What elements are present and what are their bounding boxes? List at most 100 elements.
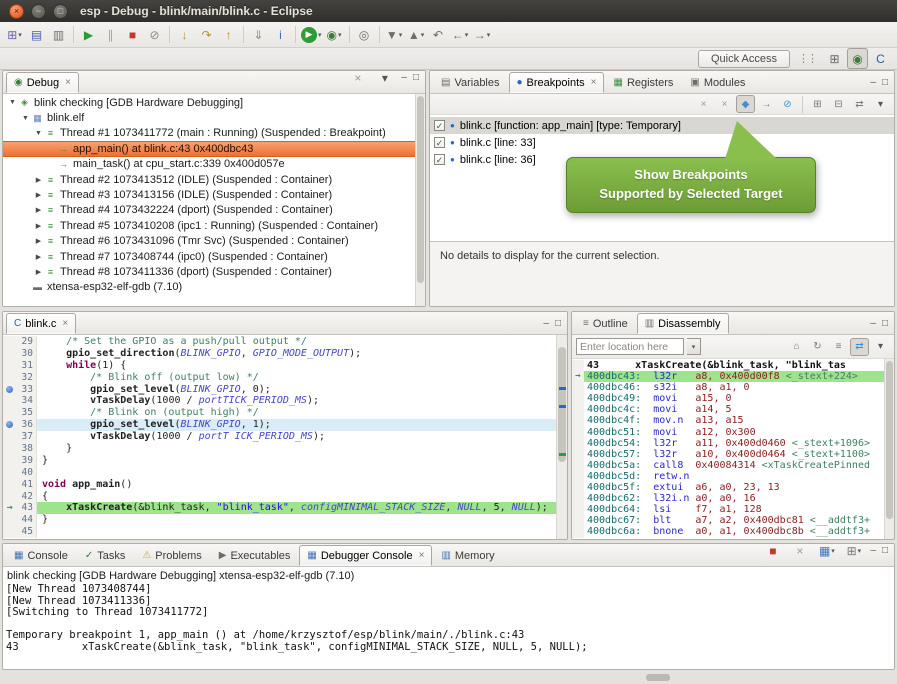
tab-outline[interactable]: ≡Outline	[575, 313, 636, 334]
debug-perspective-icon[interactable]: ◉	[847, 48, 868, 69]
tree-row[interactable]: ▶≡Thread #6 1073431096 (Tmr Svc) (Suspen…	[3, 234, 415, 249]
tab-variables[interactable]: ▤Variables	[433, 72, 508, 93]
debug-scrollbar-thumb[interactable]	[417, 96, 424, 283]
disassembly-row[interactable]: 400dbc51: movi a12, 0x300	[572, 427, 884, 438]
annotation-mark[interactable]	[559, 405, 566, 408]
home-icon[interactable]: ⌂	[787, 338, 806, 356]
maximize-view-button[interactable]: □	[882, 78, 888, 88]
skip-all-breakpoints-icon[interactable]: ⊘	[778, 95, 797, 113]
maximize-view-button[interactable]: □	[882, 319, 888, 329]
code-line[interactable]: 32 /* Blink off (output low) */	[3, 372, 556, 384]
tree-row[interactable]: ▶≡Thread #4 1073432224 (dport) (Suspende…	[3, 203, 415, 218]
breakpoint-checkbox[interactable]: ✓	[434, 137, 445, 148]
remove-launch-icon[interactable]: ×	[789, 543, 810, 561]
last-edit-location-icon[interactable]: ↶	[428, 24, 449, 45]
tab-memory[interactable]: ▥Memory	[433, 545, 502, 566]
expander-icon[interactable]: ▼	[7, 99, 18, 106]
save-icon[interactable]: ▤	[26, 24, 47, 45]
display-selected-console-icon[interactable]: ▦▾	[816, 543, 837, 561]
tab-tasks[interactable]: ✓Tasks	[77, 545, 134, 566]
tree-row[interactable]: ▶≡Thread #2 1073413512 (IDLE) (Suspended…	[3, 172, 415, 187]
disassembly-row[interactable]: 400dbc49: movi a15, 0	[572, 393, 884, 404]
tree-row[interactable]: ▬xtensa-esp32-elf-gdb (7.10)	[3, 280, 415, 295]
disconnect-icon[interactable]: ⊘	[144, 24, 165, 45]
breakpoint-dot-icon[interactable]	[6, 421, 13, 428]
editor-scrollbar[interactable]	[556, 335, 567, 539]
refresh-icon[interactable]: ↻	[808, 338, 827, 356]
terminate-icon[interactable]: ■	[122, 24, 143, 45]
minimize-view-button[interactable]: –	[870, 78, 876, 88]
tab-debugger-console[interactable]: ▦Debugger Console×	[299, 545, 432, 566]
disassembly-row[interactable]: 400dbc54: l32r a11, 0x400d0460 <_stext+1…	[572, 438, 884, 449]
expand-all-icon[interactable]: ⊞	[808, 95, 827, 113]
tab-problems[interactable]: ⚠Problems	[134, 545, 209, 566]
disassembly-row[interactable]: 400dbc57: l32r a10, 0x400d0464 <_stext+1…	[572, 449, 884, 460]
disassembly-row[interactable]: 400dbc4c: movi a14, 5	[572, 404, 884, 415]
show-source-icon[interactable]: ≡	[829, 338, 848, 356]
maximize-view-button[interactable]: □	[882, 546, 888, 556]
go-to-file-for-breakpoint-icon[interactable]: →	[757, 95, 776, 113]
tree-row[interactable]: ▼◈blink checking [GDB Hardware Debugging…	[3, 95, 415, 110]
code-line[interactable]: 42{	[3, 491, 556, 503]
disassembly-row[interactable]: →400dbc43: l32r a8, 0x400d00f8 <_stext+2…	[572, 371, 884, 382]
tab-registers[interactable]: ▦Registers	[605, 72, 681, 93]
maximize-view-button[interactable]: □	[555, 319, 561, 329]
close-tab-icon[interactable]: ×	[591, 77, 597, 88]
show-breakpoints-supported-icon[interactable]: ◆	[736, 95, 755, 113]
code-line[interactable]: 36 gpio_set_level(BLINK_GPIO, 1);	[3, 419, 556, 431]
disassembly-row[interactable]: 400dbc64: lsi f7, a1, 128	[572, 504, 884, 515]
suspend-icon[interactable]: ∥	[100, 24, 121, 45]
code-line[interactable]: →43 xTaskCreate(&blink_task, "blink_task…	[3, 502, 556, 514]
expander-icon[interactable]: ▶	[33, 206, 44, 214]
maximize-window-button[interactable]: □	[53, 4, 68, 19]
tab-modules[interactable]: ▣Modules	[682, 72, 753, 93]
instruction-stepping-icon[interactable]: i	[270, 24, 291, 45]
tree-row[interactable]: ▶≡Thread #8 1073411336 (dport) (Suspende…	[3, 264, 415, 279]
tab-debug[interactable]: ◉Debug×	[6, 72, 79, 93]
disassembly-row[interactable]: 400dbc4f: mov.n a13, a15	[572, 415, 884, 426]
code-line[interactable]: 37 vTaskDelay(1000 / portT ICK_PERIOD_MS…	[3, 431, 556, 443]
disassembly-row[interactable]: 400dbc62: l32i.n a0, a0, 16	[572, 493, 884, 504]
expander-icon[interactable]: ▼	[33, 130, 44, 137]
print-icon[interactable]: ▥	[48, 24, 69, 45]
tab-blink-c[interactable]: Cblink.c×	[6, 313, 76, 334]
collapse-all-icon[interactable]: ⊟	[829, 95, 848, 113]
new-icon[interactable]: ⊞▾	[4, 24, 25, 45]
code-line[interactable]: 31 while(1) {	[3, 360, 556, 372]
code-line[interactable]: 30 gpio_set_direction(BLINK_GPIO, GPIO_M…	[3, 348, 556, 360]
minimize-view-button[interactable]: –	[401, 73, 407, 83]
terminate-console-icon[interactable]: ■	[762, 543, 783, 561]
code-line[interactable]: 39}	[3, 455, 556, 467]
close-tab-icon[interactable]: ×	[419, 550, 425, 561]
remove-all-terminated-icon[interactable]: ×	[347, 70, 368, 88]
forward-icon[interactable]: →▾	[472, 24, 493, 45]
code-line[interactable]: 34 vTaskDelay(1000 / portTICK_PERIOD_MS)…	[3, 395, 556, 407]
resume-icon[interactable]: ▶	[78, 24, 99, 45]
tab-console[interactable]: ▦Console	[6, 545, 76, 566]
breakpoint-row[interactable]: ✓●blink.c [line: 33]	[430, 134, 894, 151]
tree-row[interactable]: ▼≡Thread #1 1073411772 (main : Running) …	[3, 126, 415, 141]
disassembly-row[interactable]: 400dbc46: s32i a8, a1, 0	[572, 382, 884, 393]
next-annotation-icon[interactable]: ▼▾	[384, 24, 405, 45]
expander-icon[interactable]: ▼	[20, 115, 31, 122]
code-line[interactable]: 40	[3, 467, 556, 479]
sync-with-pc-icon[interactable]: ⇄	[850, 338, 869, 356]
open-console-icon[interactable]: ⊞▾	[843, 543, 864, 561]
quick-access-button[interactable]: Quick Access	[698, 50, 790, 68]
breakpoint-checkbox[interactable]: ✓	[434, 120, 445, 131]
breakpoint-checkbox[interactable]: ✓	[434, 154, 445, 165]
maximize-view-button[interactable]: □	[413, 73, 419, 83]
disassembly-row[interactable]: 400dbc5d: retw.n	[572, 471, 884, 482]
expander-icon[interactable]: ▶	[33, 191, 44, 199]
breakpoint-dot-icon[interactable]	[6, 386, 13, 393]
step-over-icon[interactable]: ↷	[196, 24, 217, 45]
location-dropdown-icon[interactable]: ▾	[687, 338, 701, 355]
step-return-icon[interactable]: ↑	[218, 24, 239, 45]
tab-breakpoints[interactable]: ●Breakpoints×	[509, 72, 605, 93]
annotation-mark[interactable]	[559, 453, 566, 456]
debug-icon[interactable]: ◉▾	[324, 24, 345, 45]
remove-all-breakpoints-icon[interactable]: ×	[715, 95, 734, 113]
disassembly-row[interactable]: 400dbc5f: extui a6, a0, 23, 13	[572, 482, 884, 493]
tree-row[interactable]: →main_task() at cpu_start.c:339 0x400d05…	[3, 157, 415, 172]
debug-view-menu-icon[interactable]: ▾	[374, 70, 395, 88]
